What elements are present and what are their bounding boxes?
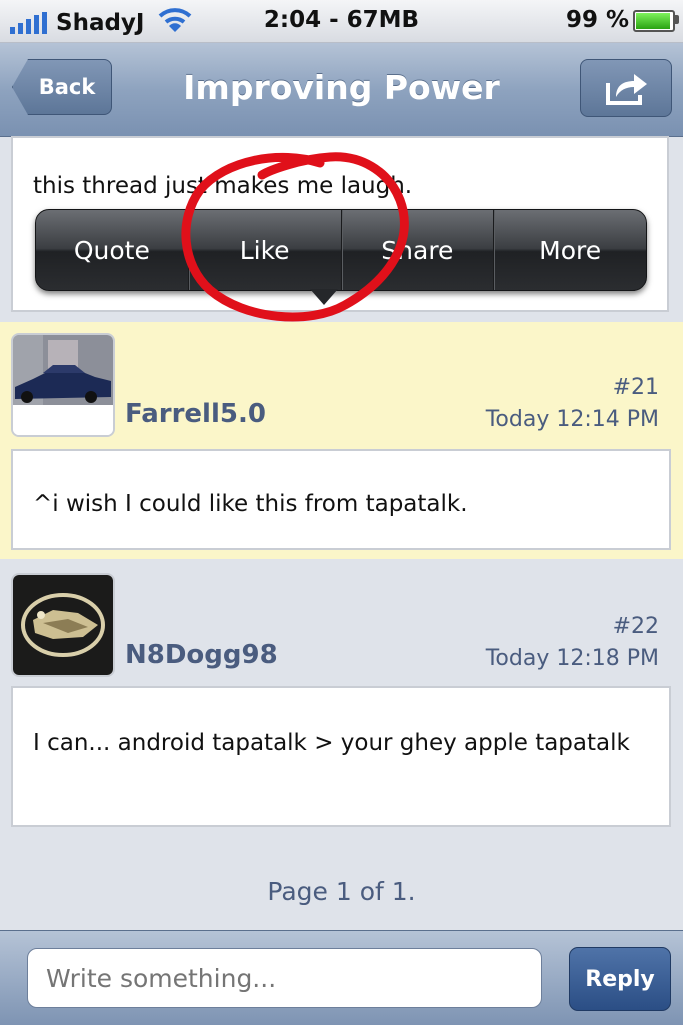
battery-icon [633,10,675,32]
emblem-avatar-image [13,575,113,675]
post-body: I can... android tapatalk > your ghey ap… [11,686,671,827]
share-button[interactable] [580,59,672,117]
post-text: ^i wish I could like this from tapatalk. [33,491,468,517]
car-avatar-image [13,335,113,435]
pagination-label: Page 1 of 1. [267,877,416,906]
reply-input[interactable] [27,948,542,1008]
status-bar: ShadyJ 2:04 - 67MB 99 % [0,0,683,43]
post-timestamp: Today 12:14 PM [485,407,659,432]
menu-item-quote[interactable]: Quote [36,210,189,290]
post-timestamp: Today 12:18 PM [485,646,659,671]
post-number: #21 [612,375,659,400]
navigation-bar: Back Improving Power [0,43,683,137]
avatar[interactable] [11,573,115,677]
username[interactable]: Farrell5.0 [125,399,266,429]
battery-nub [675,15,679,24]
menu-pointer-arrow [310,289,338,305]
menu-item-like[interactable]: Like [189,210,342,290]
menu-item-share[interactable]: Share [342,210,495,290]
menu-item-more[interactable]: More [494,210,646,290]
avatar[interactable] [11,333,115,437]
post-context-menu: Quote Like Share More [35,209,647,291]
post-number: #22 [612,614,659,639]
compose-bar: Reply [0,930,683,1025]
post-text: I can... android tapatalk > your ghey ap… [33,730,630,756]
username[interactable]: N8Dogg98 [125,640,278,670]
battery-percent: 99 % [566,7,630,33]
battery-level [636,13,670,29]
thread-title: Improving Power [183,68,500,107]
post-body: ^i wish I could like this from tapatalk. [11,449,671,550]
share-arrow-icon [606,74,647,105]
reply-button[interactable]: Reply [569,947,671,1011]
back-button[interactable]: Back [12,59,112,115]
post-text: this thread just makes me laugh. [33,173,413,199]
